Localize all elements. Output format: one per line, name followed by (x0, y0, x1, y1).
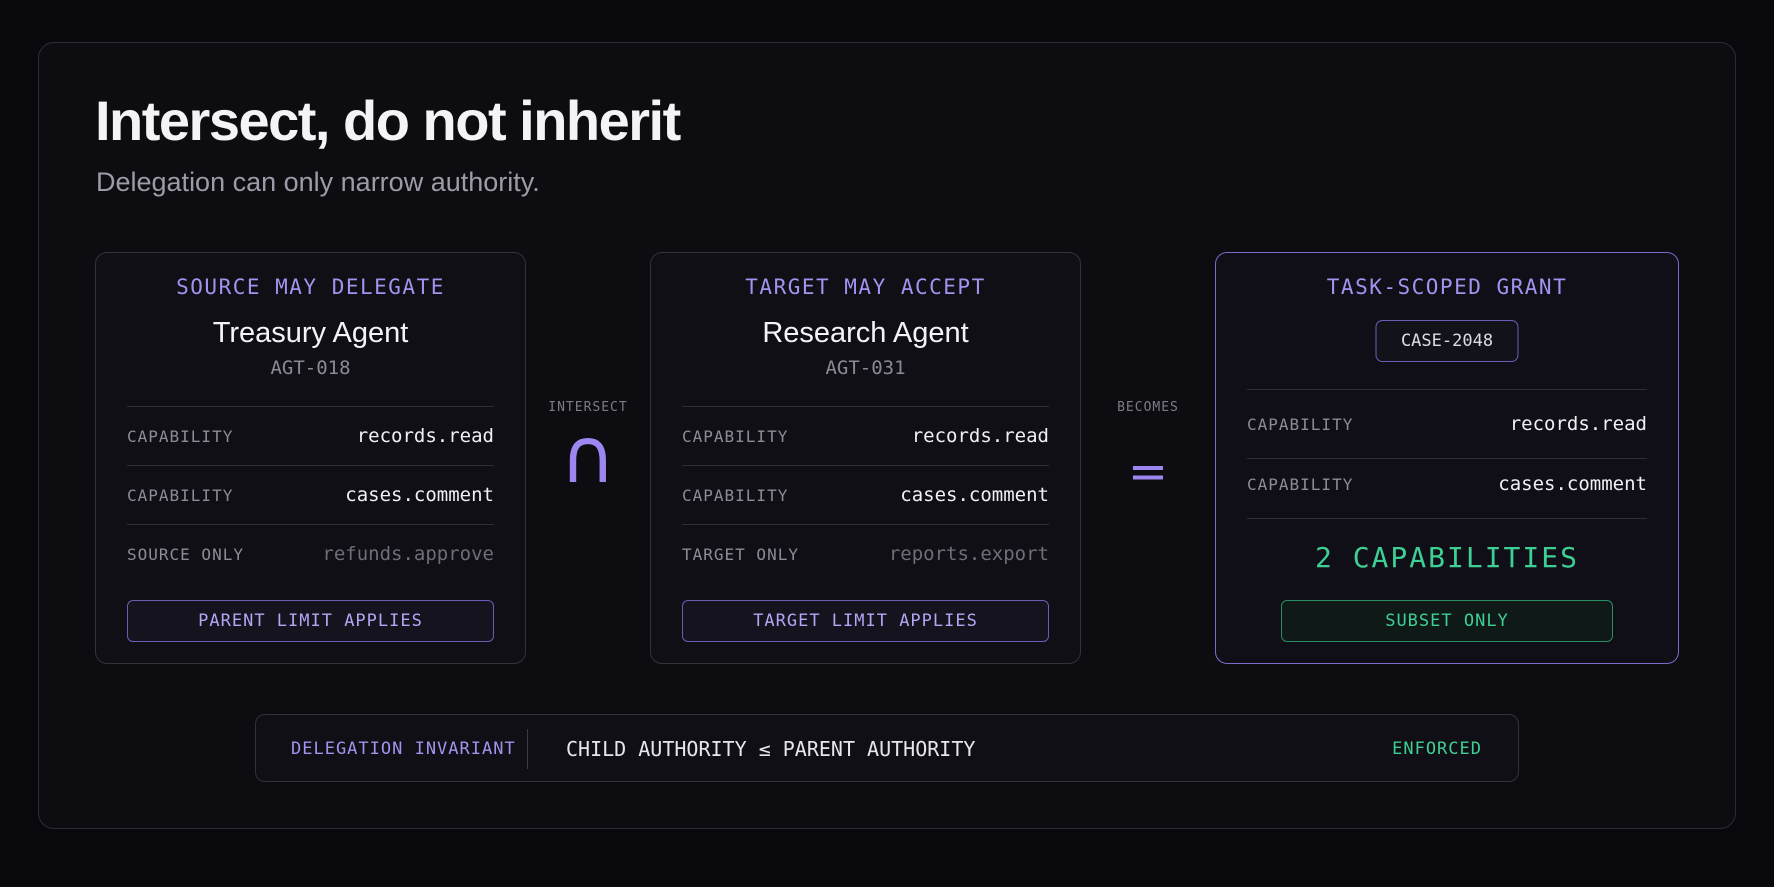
row-value: refunds.approve (322, 543, 494, 565)
row-key: SOURCE ONLY (127, 544, 244, 564)
row-key: CAPABILITY (682, 426, 789, 446)
subset-only-badge: SUBSET ONLY (1281, 600, 1613, 642)
source-card: SOURCE MAY DELEGATE Treasury Agent AGT-0… (95, 252, 526, 664)
capability-count: 2 CAPABILITIES (1314, 541, 1579, 574)
invariant-bar: DELEGATION INVARIANT CHILD AUTHORITY ≤ P… (255, 714, 1519, 782)
row-value: reports.export (888, 543, 1049, 565)
target-agent-name: Research Agent (762, 317, 969, 349)
divider (1247, 389, 1647, 390)
row-key: CAPABILITY (127, 485, 234, 505)
row-value: cases.comment (345, 484, 494, 506)
source-agent-name: Treasury Agent (212, 317, 409, 349)
row-value: records.read (1509, 413, 1647, 435)
invariant-rule: CHILD AUTHORITY ≤ PARENT AUTHORITY (566, 737, 976, 761)
capability-row: CAPABILITY cases.comment (682, 466, 1049, 524)
divider (1247, 518, 1647, 519)
target-limit-badge: TARGET LIMIT APPLIES (682, 600, 1049, 642)
invariant-label: DELEGATION INVARIANT (291, 739, 516, 759)
target-card-label: TARGET MAY ACCEPT (745, 275, 986, 299)
target-card: TARGET MAY ACCEPT Research Agent AGT-031… (650, 252, 1081, 664)
row-value: records.read (356, 425, 494, 447)
divider (527, 729, 528, 769)
capability-row: CAPABILITY records.read (127, 407, 494, 465)
source-card-label: SOURCE MAY DELEGATE (176, 275, 445, 299)
capability-row: CAPABILITY cases.comment (127, 466, 494, 524)
row-value: cases.comment (1498, 473, 1647, 495)
page-subtitle: Delegation can only narrow authority. (96, 167, 540, 197)
enforced-status: ENFORCED (1392, 739, 1482, 759)
row-key: CAPABILITY (1247, 474, 1354, 494)
page-title: Intersect, do not inherit (95, 89, 681, 152)
row-key: CAPABILITY (1247, 414, 1354, 434)
becomes-label: BECOMES (1117, 400, 1179, 415)
grant-card: TASK-SCOPED GRANT CASE-2048 CAPABILITY r… (1215, 252, 1679, 664)
target-only-row: TARGET ONLY reports.export (682, 525, 1049, 583)
capability-row: CAPABILITY cases.comment (1247, 455, 1647, 513)
row-key: TARGET ONLY (682, 544, 799, 564)
target-agent-id: AGT-031 (825, 357, 906, 379)
source-only-row: SOURCE ONLY refunds.approve (127, 525, 494, 583)
grant-card-label: TASK-SCOPED GRANT (1326, 275, 1568, 299)
capability-row: CAPABILITY records.read (1247, 395, 1647, 453)
case-id-chip: CASE-2048 (1375, 320, 1519, 362)
source-agent-id: AGT-018 (270, 357, 351, 379)
row-value: records.read (911, 425, 1049, 447)
row-key: CAPABILITY (682, 485, 789, 505)
capability-row: CAPABILITY records.read (682, 407, 1049, 465)
row-value: cases.comment (900, 484, 1049, 506)
row-key: CAPABILITY (127, 426, 234, 446)
equals-icon: = (1127, 444, 1169, 500)
parent-limit-badge: PARENT LIMIT APPLIES (127, 600, 494, 642)
intersect-icon: ∩ (560, 411, 616, 500)
